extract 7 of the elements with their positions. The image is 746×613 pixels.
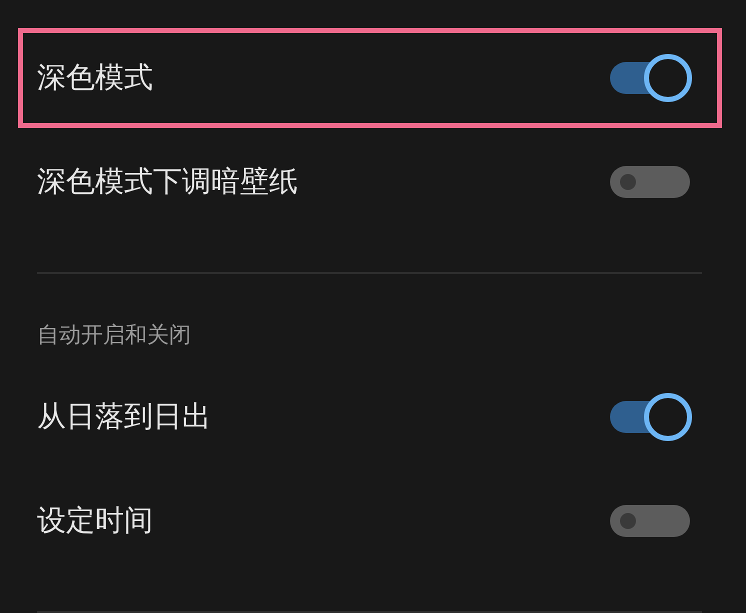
toggle-switch[interactable] bbox=[610, 54, 692, 102]
setting-label: 设定时间 bbox=[37, 502, 153, 540]
setting-label: 深色模式 bbox=[37, 58, 153, 96]
section-header: 自动开启和关闭 bbox=[37, 322, 192, 350]
toggle-switch[interactable] bbox=[610, 393, 692, 442]
setting-label: 从日落到日出 bbox=[37, 398, 211, 436]
setting-label: 深色模式下调暗壁纸 bbox=[37, 162, 298, 200]
